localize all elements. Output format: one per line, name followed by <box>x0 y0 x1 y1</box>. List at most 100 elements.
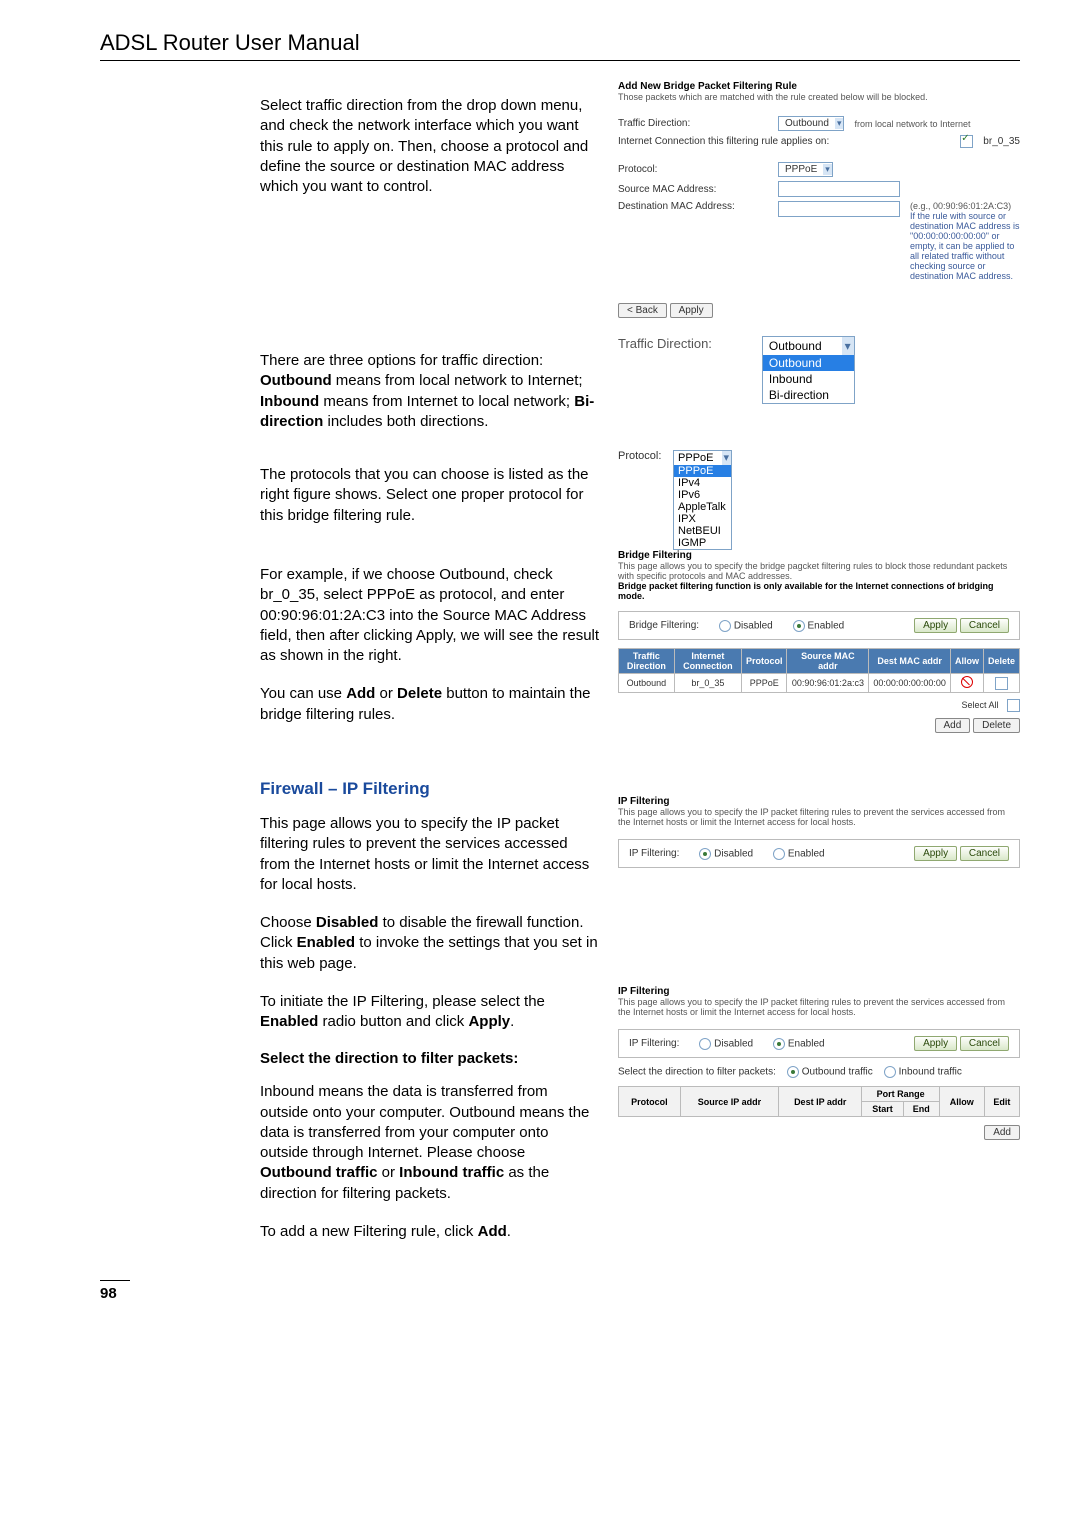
dropdown-option[interactable]: IPv6 <box>674 489 731 501</box>
source-mac-label: Source MAC Address: <box>618 184 768 195</box>
ip-filtering-panel-2: IP Filtering This page allows you to spe… <box>618 986 1020 1140</box>
outbound-radio[interactable] <box>787 1066 799 1078</box>
add-button[interactable]: Add <box>984 1125 1020 1140</box>
dropdown-option[interactable]: Inbound <box>763 371 854 387</box>
paragraph: You can use Add or Delete button to main… <box>260 684 600 725</box>
connection-label: Internet Connection this filtering rule … <box>618 136 950 147</box>
sub-heading: Select the direction to filter packets: <box>260 1050 600 1067</box>
table-header: Internet Connection <box>674 649 741 674</box>
header-rule <box>100 60 1020 61</box>
enabled-radio[interactable] <box>773 1038 785 1050</box>
table-header: End <box>903 1102 939 1117</box>
bridge-filtering-label: Bridge Filtering: <box>629 620 699 631</box>
dropdown-option[interactable]: Bi-direction <box>763 387 854 403</box>
dropdown-option[interactable]: AppleTalk <box>674 501 731 513</box>
disabled-radio[interactable] <box>719 620 731 632</box>
traffic-direction-label-big: Traffic Direction: <box>618 336 712 351</box>
dropdown-option[interactable]: NetBEUI <box>674 525 731 537</box>
ip-filter-table: Protocol Source IP addr Dest IP addr Por… <box>618 1086 1020 1117</box>
table-row: Outbound br_0_35 PPPoE 00:90:96:01:2a:c3… <box>619 674 1020 693</box>
paragraph: This page allows you to specify the IP p… <box>260 814 600 895</box>
traffic-direction-dropdown[interactable]: Outbound ▾ Outbound Inbound Bi-direction <box>762 336 855 404</box>
paragraph: To initiate the IP Filtering, please sel… <box>260 992 600 1033</box>
source-mac-input[interactable] <box>778 181 900 197</box>
panel-note: Those packets which are matched with the… <box>618 92 1020 102</box>
ip-filtering-panel-1: IP Filtering This page allows you to spe… <box>618 796 1020 868</box>
panel-heading: IP Filtering <box>618 986 1020 997</box>
apply-button[interactable]: Apply <box>914 846 957 861</box>
inbound-radio[interactable] <box>884 1066 896 1078</box>
table-header: Dest IP addr <box>779 1087 862 1117</box>
bridge-filter-table: Traffic Direction Internet Connection Pr… <box>618 648 1020 693</box>
cancel-button[interactable]: Cancel <box>960 846 1009 861</box>
table-header: Source MAC addr <box>787 649 869 674</box>
disabled-radio[interactable] <box>699 1038 711 1050</box>
forbid-icon <box>961 676 973 688</box>
protocol-label: Protocol: <box>618 164 768 175</box>
delete-button[interactable]: Delete <box>973 718 1020 733</box>
paragraph: Inbound means the data is transferred fr… <box>260 1082 600 1204</box>
table-header: Dest MAC addr <box>869 649 951 674</box>
table-header: Source IP addr <box>680 1087 778 1117</box>
disabled-radio[interactable] <box>699 848 711 860</box>
chevron-down-icon: ▾ <box>823 164 832 175</box>
mac-warning: If the rule with source or destination M… <box>910 211 1020 281</box>
cancel-button[interactable]: Cancel <box>960 1036 1009 1051</box>
mac-example: (e.g., 00:90:96:01:2A:C3) <box>910 201 1020 211</box>
apply-button[interactable]: Apply <box>914 618 957 633</box>
back-button[interactable]: < Back <box>618 303 667 318</box>
protocol-select[interactable]: PPPoE ▾ <box>778 162 833 177</box>
delete-checkbox[interactable] <box>995 677 1008 690</box>
table-header: Port Range <box>862 1087 939 1102</box>
select-all-label: Select All <box>961 700 998 710</box>
paragraph: Select traffic direction from the drop d… <box>260 96 600 197</box>
enabled-radio[interactable] <box>793 620 805 632</box>
table-header: Protocol <box>741 649 787 674</box>
table-header: Delete <box>983 649 1019 674</box>
dropdown-option[interactable]: Outbound <box>763 355 854 371</box>
section-heading: Firewall – IP Filtering <box>260 779 600 799</box>
chevron-down-icon: ▾ <box>842 337 854 355</box>
traffic-direction-label: Traffic Direction: <box>618 118 768 129</box>
ip-filtering-label: IP Filtering: <box>629 848 679 859</box>
from-note: from local network to Internet <box>854 119 970 129</box>
panel-note-bold: Bridge packet filtering function is only… <box>618 581 1020 601</box>
panel-heading: Add New Bridge Packet Filtering Rule <box>618 81 1020 92</box>
paragraph: The protocols that you can choose is lis… <box>260 465 600 526</box>
table-header: Allow <box>950 649 983 674</box>
chevron-down-icon: ▾ <box>722 451 732 465</box>
protocol-label-big: Protocol: <box>618 450 661 462</box>
connection-value: br_0_35 <box>983 136 1020 147</box>
dropdown-option[interactable]: IPv4 <box>674 477 731 489</box>
chevron-down-icon: ▾ <box>835 118 844 129</box>
table-header: Start <box>862 1102 903 1117</box>
apply-button[interactable]: Apply <box>670 303 713 318</box>
add-button[interactable]: Add <box>935 718 971 733</box>
traffic-direction-select[interactable]: Outbound ▾ <box>778 116 844 131</box>
paragraph: For example, if we choose Outbound, chec… <box>260 565 600 666</box>
dropdown-option[interactable]: IGMP <box>674 537 731 549</box>
panel-heading: IP Filtering <box>618 796 1020 807</box>
table-header: Traffic Direction <box>619 649 675 674</box>
table-header: Allow <box>939 1087 984 1117</box>
enabled-radio[interactable] <box>773 848 785 860</box>
page-number: 98 <box>100 1280 130 1302</box>
panel-note: This page allows you to specify the IP p… <box>618 807 1020 827</box>
connection-checkbox[interactable] <box>960 135 973 148</box>
table-header: Protocol <box>619 1087 681 1117</box>
bridge-filtering-panel: Bridge Filtering This page allows you to… <box>618 550 1020 733</box>
router-add-rule-panel: Add New Bridge Packet Filtering Rule Tho… <box>618 81 1020 318</box>
ip-filtering-label: IP Filtering: <box>629 1038 679 1049</box>
page-title: ADSL Router User Manual <box>100 30 1020 56</box>
panel-note: This page allows you to specify the IP p… <box>618 997 1020 1017</box>
cancel-button[interactable]: Cancel <box>960 618 1009 633</box>
paragraph: To add a new Filtering rule, click Add. <box>260 1222 600 1242</box>
direction-label: Select the direction to filter packets: <box>618 1067 776 1078</box>
apply-button[interactable]: Apply <box>914 1036 957 1051</box>
select-all-checkbox[interactable] <box>1007 699 1020 712</box>
protocol-dropdown[interactable]: PPPoE ▾ PPPoE IPv4 IPv6 AppleTalk IPX Ne… <box>673 450 732 550</box>
dest-mac-input[interactable] <box>778 201 900 217</box>
dropdown-option[interactable]: PPPoE <box>674 465 731 477</box>
table-header: Edit <box>984 1087 1019 1117</box>
dropdown-option[interactable]: IPX <box>674 513 731 525</box>
